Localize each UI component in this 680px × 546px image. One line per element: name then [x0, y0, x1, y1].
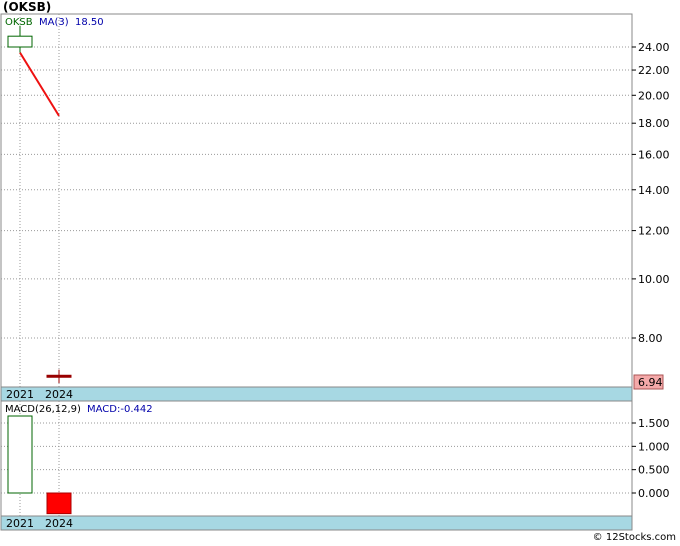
price-date-band	[0, 386, 633, 402]
macd-legend-value: MACD:-0.442	[87, 404, 153, 415]
price-tick-label: 8.00	[638, 332, 663, 345]
site-credit: © 12Stocks.com	[592, 532, 676, 543]
price-axis: 8.00 10.00 12.00 14.00 16.00 18.00 20.00 22.00 2…	[632, 41, 670, 345]
macd-bar	[7, 415, 33, 494]
legend-ma-label: MA(3)	[39, 17, 69, 28]
price-tick-label: 18.00	[638, 117, 670, 130]
price-date-label: 2024	[45, 388, 73, 401]
price-legend: OKSB MA(3) 18.50	[5, 17, 104, 28]
macd-tick-label: 0.500	[638, 464, 670, 477]
last-price-value: 6.94	[638, 376, 663, 389]
stock-chart: 2021 2024 8.00 10.00 12.00 14.00 16.00 18.00 20…	[0, 13, 670, 531]
macd-bar	[46, 492, 72, 515]
candle-body	[46, 374, 72, 378]
macd-tick-label: 1.500	[638, 417, 670, 430]
price-tick-label: 16.00	[638, 148, 670, 161]
price-tick-label: 14.00	[638, 184, 670, 197]
macd-date-label: 2024	[45, 517, 73, 530]
macd-tick-label: 0.000	[638, 487, 670, 500]
legend-ma-value: 18.50	[75, 17, 104, 28]
price-tick-label: 24.00	[638, 41, 670, 54]
legend-symbol: OKSB	[5, 17, 33, 28]
price-tick-label: 10.00	[638, 273, 670, 286]
macd-panel	[0, 400, 633, 531]
macd-date-band	[0, 515, 633, 531]
candle-body	[7, 35, 33, 48]
macd-axis: 0.000 0.500 1.000 1.500	[632, 417, 670, 500]
price-tick-label: 12.00	[638, 225, 670, 238]
macd-legend-label: MACD(26,12,9)	[5, 404, 81, 415]
macd-tick-label: 1.000	[638, 440, 670, 453]
price-date-label: 2021	[6, 388, 34, 401]
macd-legend: MACD(26,12,9) MACD:-0.442	[5, 404, 153, 415]
price-tick-label: 22.00	[638, 64, 670, 77]
macd-date-label: 2021	[6, 517, 34, 530]
price-panel	[0, 13, 633, 402]
last-price-badge: 6.94	[633, 374, 664, 390]
price-tick-label: 20.00	[638, 89, 670, 102]
